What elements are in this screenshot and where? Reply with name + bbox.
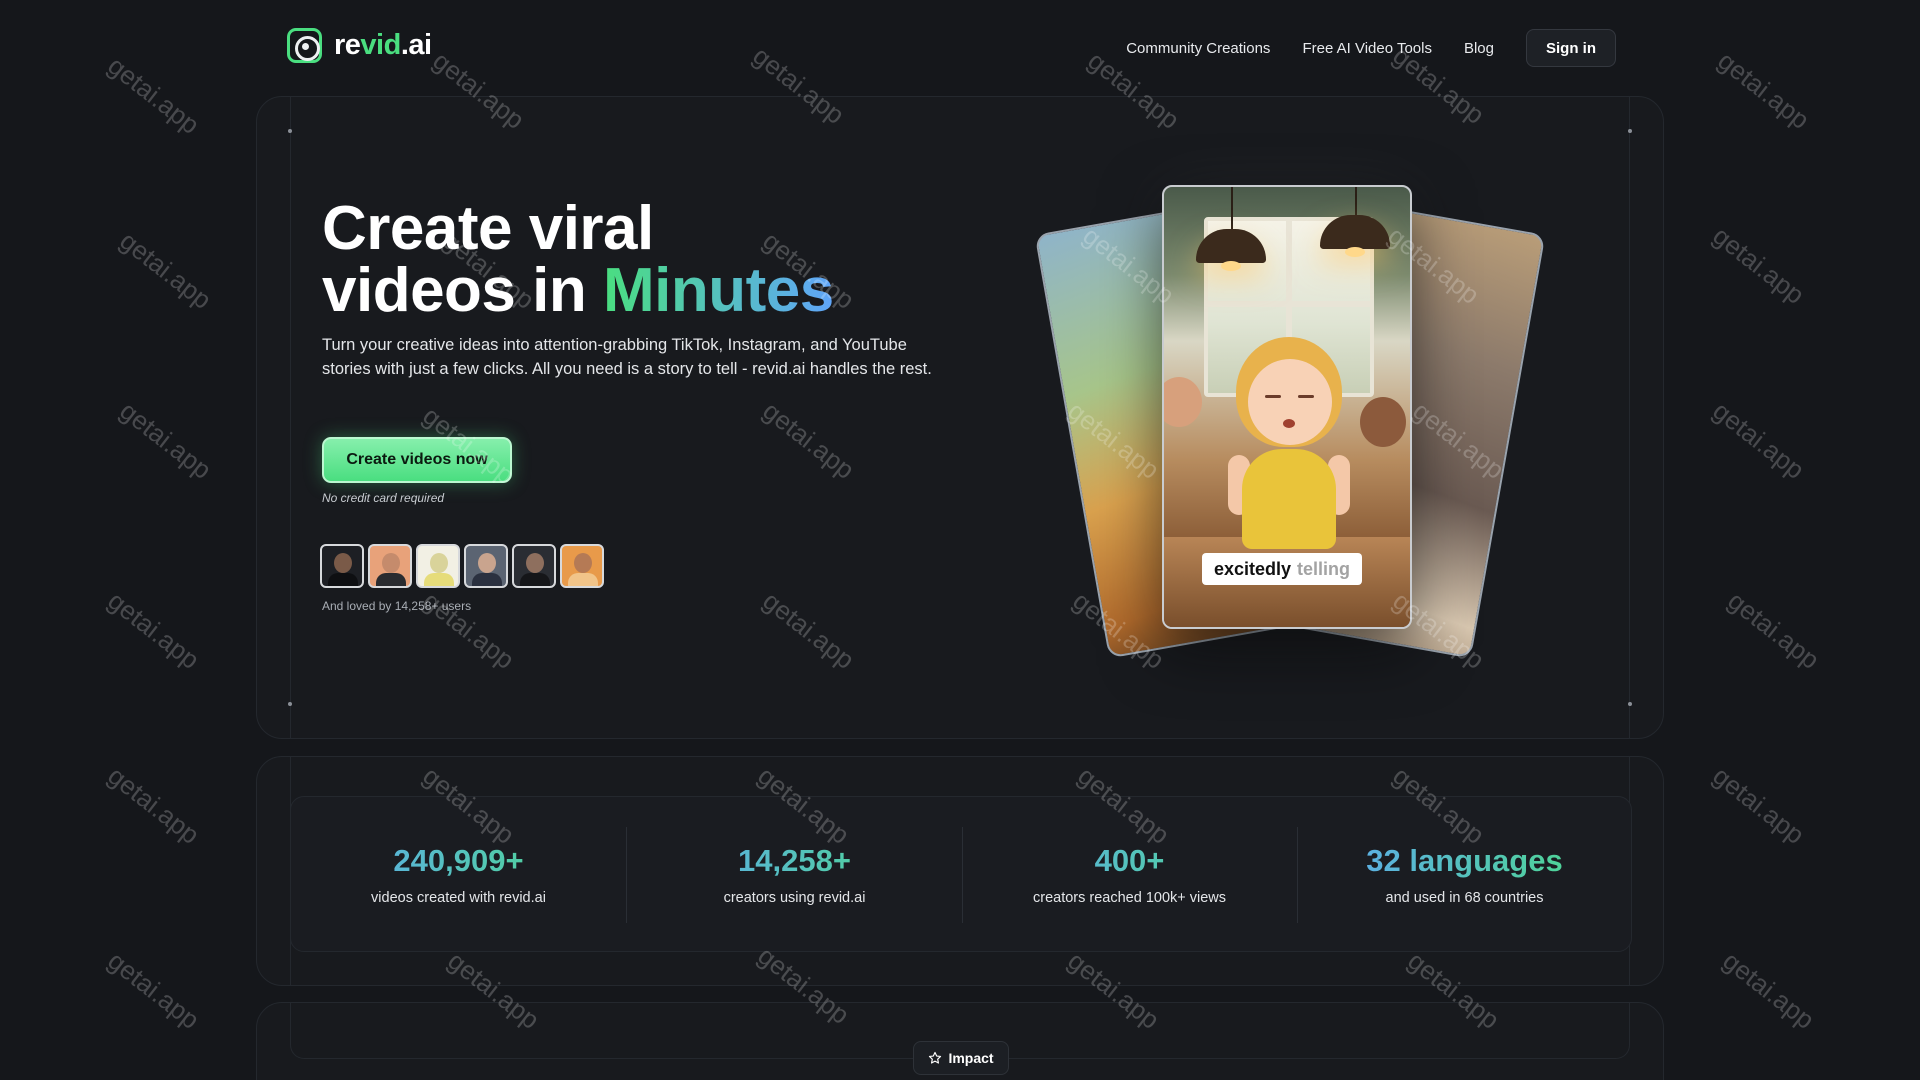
hero-subtitle: Turn your creative ideas into attention-… [322,336,932,378]
avatar [416,544,460,588]
hero-title: Create viral videos in Minutes [322,198,834,322]
nav-link-blog[interactable]: Blog [1464,40,1494,57]
video-caption: excitedly telling [1202,553,1363,585]
watermark: getai.app [102,585,206,675]
caption-word-next: telling [1297,558,1351,579]
watermark: getai.app [1712,45,1816,135]
loved-by-text: And loved by 14,258+ users [322,599,472,613]
watermark: getai.app [114,225,218,315]
stats-section: 240,909+ videos created with revid.ai 14… [256,756,1664,986]
star-icon [929,1051,942,1064]
corner-dot [1628,702,1632,706]
watermark: getai.app [1722,585,1826,675]
stat-value: 240,909+ [291,843,626,879]
watermark: getai.app [1707,395,1811,485]
stat-videos: 240,909+ videos created with revid.ai [291,797,626,953]
watermark: getai.app [102,50,206,140]
watermark: getai.app [1707,220,1811,310]
stat-value: 14,258+ [627,843,962,879]
avatar [320,544,364,588]
corner-dot [288,702,292,706]
brand-logo[interactable]: revid.ai [287,28,432,63]
brand-name: revid.ai [334,29,432,61]
top-header: revid.ai Community Creations Free AI Vid… [287,28,1616,68]
nav-link-free-ai-video-tools[interactable]: Free AI Video Tools [1302,40,1432,57]
stat-creators: 14,258+ creators using revid.ai [627,797,962,953]
stat-views: 400+ creators reached 100k+ views [962,797,1297,953]
stat-languages: 32 languages and used in 68 countries [1297,797,1632,953]
avatar [464,544,508,588]
sign-in-button[interactable]: Sign in [1526,29,1616,67]
stat-value: 400+ [962,843,1297,879]
avatar [368,544,412,588]
stat-label: videos created with revid.ai [371,890,546,906]
stat-value: 32 languages [1297,843,1632,879]
hero-title-accent: Minutes [602,256,834,325]
hero-title-line1: Create viral [322,194,654,263]
nav-link-community-creations[interactable]: Community Creations [1126,40,1270,57]
watermark: getai.app [102,945,206,1035]
avatar [560,544,604,588]
hero-title-line2: videos in [322,256,603,325]
no-credit-card-note: No credit card required [322,491,445,505]
watermark: getai.app [114,395,218,485]
create-videos-button[interactable]: Create videos now [322,437,512,483]
child-illustration [1164,377,1202,427]
stat-label: creators reached 100k+ views [1032,890,1227,906]
caption-word-active: excitedly [1214,558,1292,579]
impact-section: Impact [256,1002,1664,1080]
stat-label: and used in 68 countries [1385,890,1544,906]
corner-dot [1628,129,1632,133]
watermark: getai.app [102,760,206,850]
impact-badge: Impact [913,1041,1009,1075]
video-preview-card: excitedly telling [1162,185,1412,629]
child-illustration [1360,397,1406,447]
stats-box: 240,909+ videos created with revid.ai 14… [290,796,1632,952]
stat-label: creators using revid.ai [723,890,866,906]
avatar [512,544,556,588]
camera-eye-icon [287,28,322,63]
watermark: getai.app [1707,760,1811,850]
impact-badge-label: Impact [948,1050,994,1066]
user-avatars [320,544,604,588]
main-nav: Community Creations Free AI Video Tools … [1094,28,1616,68]
corner-dot [288,129,292,133]
watermark: getai.app [1717,945,1821,1035]
